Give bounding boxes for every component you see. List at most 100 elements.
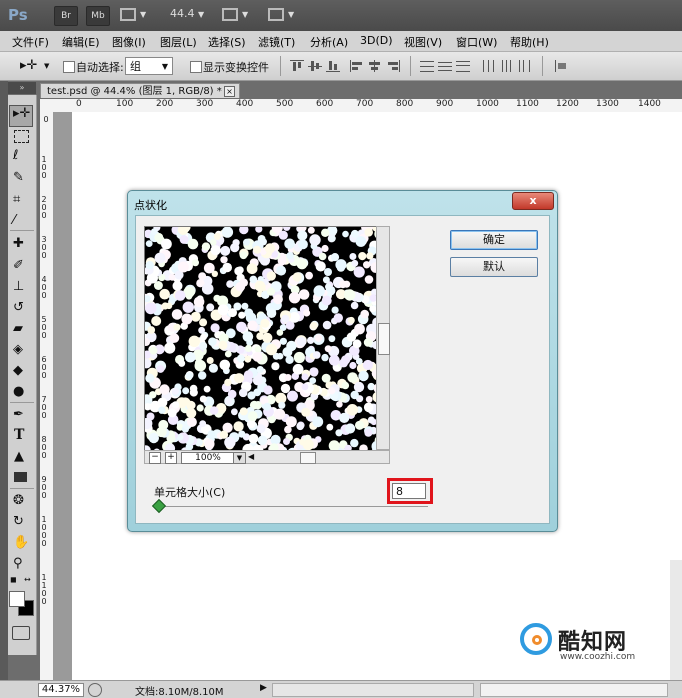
move-tool-icon[interactable]: ▸✛ xyxy=(13,106,30,121)
horizontal-scrollbar[interactable] xyxy=(272,683,474,697)
zoom-out-button[interactable]: − xyxy=(149,452,161,464)
healing-brush-tool-icon[interactable]: ✚ xyxy=(13,236,24,251)
show-transform-checkbox[interactable] xyxy=(190,61,202,73)
scroll-left-icon[interactable]: ◀ xyxy=(248,452,254,461)
collapse-toolbox-icon[interactable]: » xyxy=(8,82,36,94)
menu-3d[interactable]: 3D(D) xyxy=(360,34,393,47)
view-extras-icon[interactable] xyxy=(120,8,136,21)
default-button[interactable]: 默认 xyxy=(450,257,538,277)
menu-edit[interactable]: 编辑(E) xyxy=(62,34,100,50)
clone-stamp-tool-icon[interactable]: ⊥ xyxy=(13,279,24,294)
ruler-label: 700 xyxy=(356,99,374,109)
menu-image[interactable]: 图像(I) xyxy=(112,34,146,50)
brush-tool-icon[interactable]: ✐ xyxy=(13,258,24,273)
type-tool-icon[interactable]: T xyxy=(14,427,24,443)
status-menu-arrow-icon[interactable]: ▶ xyxy=(260,683,267,693)
align-top-icon[interactable] xyxy=(290,60,304,72)
preview-vertical-scroll-thumb[interactable] xyxy=(378,323,390,355)
mini-bridge-button[interactable]: Mb xyxy=(86,6,110,26)
foreground-color-swatch[interactable] xyxy=(9,591,25,607)
coozhi-logo-inner xyxy=(532,635,542,645)
align-right-icon[interactable] xyxy=(386,60,400,72)
arrange-dropdown-icon[interactable]: ▼ xyxy=(242,10,248,19)
screen-mode-icon[interactable] xyxy=(268,8,284,21)
menu-view[interactable]: 视图(V) xyxy=(404,34,442,50)
ruler-label: 500 xyxy=(276,99,294,109)
vertical-scrollbar[interactable] xyxy=(670,560,682,680)
bridge-button[interactable]: Br xyxy=(54,6,78,26)
paint-bucket-tool-icon[interactable]: ◈ xyxy=(13,342,23,357)
distribute-bottom-icon[interactable] xyxy=(456,60,470,72)
zoom-in-button[interactable]: + xyxy=(165,452,177,464)
preview-horizontal-scroll-thumb[interactable] xyxy=(300,452,316,464)
document-tab[interactable]: test.psd @ 44.4% (图层 1, RGB/8) * xyxy=(40,83,240,98)
options-bar: ▸✛ ▼ 自动选择: 组 ▼ 显示变换控件 xyxy=(0,52,682,81)
separator xyxy=(10,230,34,231)
quick-selection-tool-icon[interactable]: ✎ xyxy=(13,170,24,185)
ruler-label: 1 0 0 0 xyxy=(41,515,47,548)
menu-filter[interactable]: 滤镜(T) xyxy=(258,34,295,50)
tool-preset-dropdown-icon[interactable]: ▼ xyxy=(44,62,49,70)
preview-controls-bar: − + 100% ▼ ◀ xyxy=(144,450,390,464)
cell-size-slider-track[interactable] xyxy=(158,506,428,507)
menu-analysis[interactable]: 分析(A) xyxy=(310,34,348,50)
align-horizontal-center-icon[interactable] xyxy=(368,60,382,72)
align-bottom-icon[interactable] xyxy=(326,60,340,72)
auto-select-checkbox[interactable] xyxy=(63,61,75,73)
dialog-close-button[interactable]: x xyxy=(512,192,554,210)
filter-preview[interactable] xyxy=(144,226,378,452)
pen-tool-icon[interactable]: ✒ xyxy=(13,407,24,422)
close-icon[interactable]: × xyxy=(224,86,235,97)
menu-layer[interactable]: 图层(L) xyxy=(160,34,197,50)
distribute-top-icon[interactable] xyxy=(420,60,434,72)
align-vertical-center-icon[interactable] xyxy=(308,60,322,72)
ok-button[interactable]: 确定 xyxy=(450,230,538,250)
distribute-horizontal-center-icon[interactable] xyxy=(500,60,514,72)
ruler-label: 1 1 0 0 xyxy=(41,573,47,606)
zoom-tool-icon[interactable]: ⚲ xyxy=(13,556,23,571)
menu-help[interactable]: 帮助(H) xyxy=(510,34,549,50)
ruler-label: 800 xyxy=(396,99,414,109)
3d-orbit-tool-icon[interactable]: ↻ xyxy=(13,514,24,529)
distribute-right-icon[interactable] xyxy=(518,60,532,72)
horizontal-scrollbar-track[interactable] xyxy=(480,683,668,697)
cell-size-slider-knob[interactable] xyxy=(151,498,167,514)
menu-file[interactable]: 文件(F) xyxy=(12,34,49,50)
auto-select-target-dropdown[interactable]: 组 ▼ xyxy=(125,57,173,75)
marquee-tool-icon[interactable] xyxy=(14,130,29,143)
rectangle-tool-icon[interactable] xyxy=(14,472,27,482)
history-brush-tool-icon[interactable]: ↺ xyxy=(13,300,24,315)
status-info-icon[interactable] xyxy=(88,683,102,697)
path-selection-tool-icon[interactable]: ▲ xyxy=(14,449,24,464)
dodge-tool-icon[interactable]: ● xyxy=(13,384,24,399)
crop-tool-icon[interactable]: ⌗ xyxy=(13,192,20,207)
hand-tool-icon[interactable]: ✋ xyxy=(13,535,29,550)
vertical-ruler: 0 1 0 0 2 0 0 3 0 0 4 0 0 5 0 0 6 0 0 7 … xyxy=(40,112,54,680)
lasso-tool-icon[interactable]: ℓ xyxy=(13,148,18,163)
preview-vertical-scrollbar[interactable] xyxy=(376,226,390,450)
zoom-level[interactable]: 44.4 xyxy=(170,7,195,20)
status-zoom-field[interactable]: 44.37% xyxy=(38,683,84,697)
ruler-label: 1000 xyxy=(476,99,499,109)
menu-window[interactable]: 窗口(W) xyxy=(456,34,497,50)
blur-tool-icon[interactable]: ◆ xyxy=(13,363,23,378)
3d-rotate-tool-icon[interactable]: ❂ xyxy=(13,493,24,508)
distribute-vertical-center-icon[interactable] xyxy=(438,60,452,72)
menu-select[interactable]: 选择(S) xyxy=(208,34,246,50)
preview-zoom-field[interactable]: 100% xyxy=(181,452,235,464)
auto-align-layers-icon[interactable] xyxy=(554,60,568,72)
eraser-tool-icon[interactable]: ▰ xyxy=(13,321,23,336)
eyedropper-tool-icon[interactable]: ⁄ xyxy=(13,213,15,228)
quick-mask-icon[interactable] xyxy=(12,626,30,640)
zoom-dropdown-icon[interactable]: ▼ xyxy=(198,10,204,19)
arrange-documents-icon[interactable] xyxy=(222,8,238,21)
align-left-icon[interactable] xyxy=(350,60,364,72)
view-extras-dropdown-icon[interactable]: ▼ xyxy=(140,10,146,19)
distribute-left-icon[interactable] xyxy=(482,60,496,72)
show-transform-label: 显示变换控件 xyxy=(203,61,269,74)
chevron-down-icon[interactable]: ▼ xyxy=(233,452,246,464)
move-tool-preset-icon[interactable]: ▸✛ xyxy=(20,58,37,73)
default-colors-icon[interactable]: ◼ xyxy=(10,575,17,584)
swap-colors-icon[interactable]: ↔ xyxy=(24,575,31,584)
screen-mode-dropdown-icon[interactable]: ▼ xyxy=(288,10,294,19)
